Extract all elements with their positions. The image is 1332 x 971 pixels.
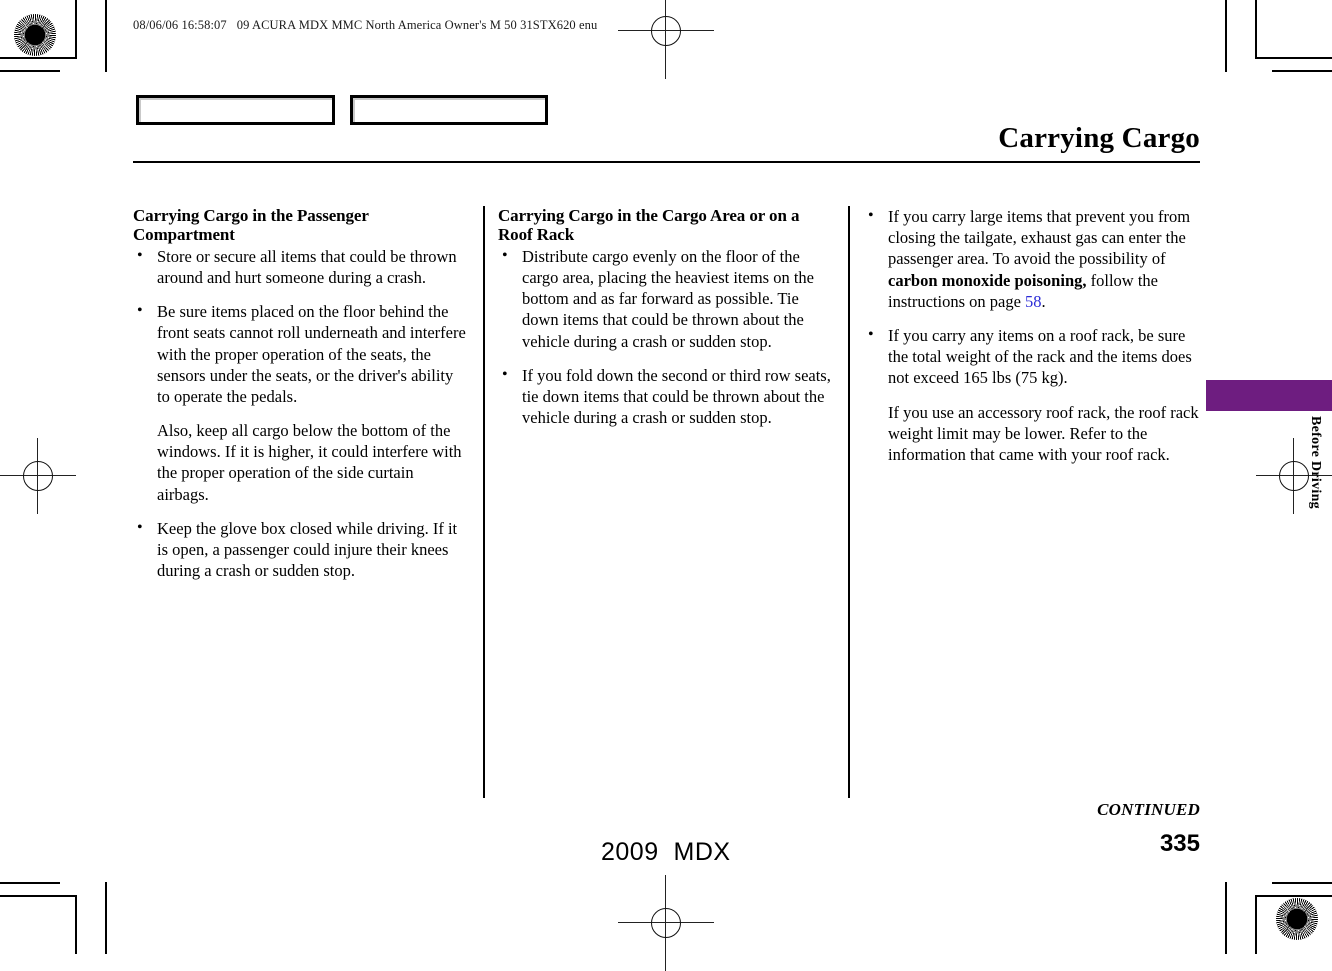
crop-mark-top-right-v2 bbox=[1225, 0, 1227, 72]
print-job-info: 09 ACURA MDX MMC North America Owner's M… bbox=[236, 18, 598, 32]
registration-burst-icon-bottom-right bbox=[1276, 898, 1318, 940]
list-item: • Distribute cargo evenly on the floor o… bbox=[498, 246, 834, 352]
model-line: 2009 MDX bbox=[601, 838, 731, 867]
section-heading-cargo-area-roof-rack: Carrying Cargo in the Cargo Area or on a… bbox=[498, 206, 800, 245]
crop-mark-bottom-left-h bbox=[0, 895, 77, 897]
crop-mark-top-right-v bbox=[1255, 0, 1257, 59]
registration-crosshair-icon-left bbox=[0, 428, 86, 524]
crop-mark-top-left-h bbox=[0, 57, 77, 59]
bullet-dot-icon: • bbox=[137, 518, 143, 536]
registration-crosshair-icon-top bbox=[618, 0, 714, 79]
list-item-text: Store or secure all items that could be … bbox=[157, 246, 457, 287]
crop-mark-bottom-right-v bbox=[1255, 895, 1257, 954]
list-item: • Store or secure all items that could b… bbox=[133, 246, 469, 288]
crop-mark-bottom-left-v2 bbox=[105, 882, 107, 954]
continued-marker: CONTINUED bbox=[1097, 800, 1200, 819]
list-item-text: Keep the glove box closed while driving.… bbox=[157, 518, 458, 581]
print-job-header: 08/06/06 16:58:07 09 ACURA MDX MMC North … bbox=[133, 18, 597, 33]
bullet-dot-icon: • bbox=[502, 365, 508, 383]
crop-mark-bottom-left-v bbox=[75, 895, 77, 954]
column-divider-2 bbox=[848, 206, 850, 798]
section-heading-passenger-compartment: Carrying Cargo in the Passenger Compartm… bbox=[133, 206, 369, 245]
crop-mark-bottom-left-h2 bbox=[0, 882, 60, 884]
bullet-dot-icon: • bbox=[137, 246, 143, 264]
list-item-text-part-1: If you carry large items that prevent yo… bbox=[888, 207, 1191, 269]
bullet-dot-icon: • bbox=[137, 302, 143, 320]
model-year: 2009 bbox=[601, 838, 659, 866]
emphasis-carbon-monoxide-poisoning: carbon monoxide poisoning, bbox=[888, 270, 1087, 290]
list-item: • If you carry any items on a roof rack,… bbox=[864, 325, 1200, 465]
column-1: Carrying Cargo in the Passenger Compartm… bbox=[133, 206, 469, 581]
crop-mark-top-left-h2 bbox=[0, 70, 60, 72]
column-3: • If you carry large items that prevent y… bbox=[864, 206, 1200, 465]
list-item: • Be sure items placed on the floor behi… bbox=[133, 301, 469, 505]
column-2: Carrying Cargo in the Cargo Area or on a… bbox=[498, 206, 834, 428]
bullet-list-column-1: • Store or secure all items that could b… bbox=[133, 246, 469, 582]
page-title: Carrying Cargo bbox=[998, 122, 1200, 154]
crop-mark-top-left-v bbox=[75, 0, 77, 59]
list-item: • If you carry large items that prevent y… bbox=[864, 206, 1200, 312]
page-reference-link[interactable]: 58 bbox=[1025, 292, 1042, 311]
list-item: • If you fold down the second or third r… bbox=[498, 365, 834, 429]
crop-mark-top-right-h2 bbox=[1272, 70, 1332, 72]
bullet-list-column-3: • If you carry large items that prevent y… bbox=[864, 206, 1200, 465]
nav-box-left[interactable] bbox=[136, 95, 335, 125]
crop-mark-bottom-right-v2 bbox=[1225, 882, 1227, 954]
registration-crosshair-icon-bottom bbox=[618, 875, 714, 971]
print-timestamp: 08/06/06 16:58:07 bbox=[133, 18, 227, 32]
chapter-tab-label: Before Driving bbox=[1308, 416, 1323, 509]
list-item-text: Be sure items placed on the floor behind… bbox=[157, 302, 466, 406]
bullet-dot-icon: • bbox=[502, 246, 508, 264]
bullet-dot-icon: • bbox=[868, 207, 874, 224]
list-item-text: Distribute cargo evenly on the floor of … bbox=[522, 246, 814, 351]
list-item-text: If you fold down the second or third row… bbox=[522, 365, 831, 428]
list-item-text-part-3: . bbox=[1041, 291, 1046, 311]
crop-mark-top-left-v2 bbox=[105, 0, 107, 72]
crop-mark-bottom-right-h2 bbox=[1272, 882, 1332, 884]
crop-mark-bottom-right-h bbox=[1255, 895, 1332, 897]
title-divider-rule bbox=[133, 161, 1200, 163]
bullet-dot-icon: • bbox=[868, 325, 874, 343]
chapter-tab-bar bbox=[1206, 380, 1332, 411]
list-item: • Keep the glove box closed while drivin… bbox=[133, 518, 469, 582]
page-body: Carrying Cargo in the Passenger Compartm… bbox=[133, 206, 1200, 806]
list-item-text: If you carry any items on a roof rack, b… bbox=[888, 325, 1192, 388]
list-item-continuation: If you use an accessory roof rack, the r… bbox=[888, 402, 1199, 464]
crop-mark-top-right-h bbox=[1255, 57, 1332, 59]
model-name: MDX bbox=[673, 838, 731, 866]
list-item-continuation: Also, keep all cargo below the bottom of… bbox=[157, 421, 462, 504]
bullet-list-column-2: • Distribute cargo evenly on the floor o… bbox=[498, 246, 834, 429]
nav-box-right[interactable] bbox=[350, 95, 548, 125]
page-number: 335 bbox=[1159, 830, 1200, 857]
column-divider-1 bbox=[483, 206, 485, 798]
registration-burst-icon-top-left bbox=[14, 14, 56, 56]
